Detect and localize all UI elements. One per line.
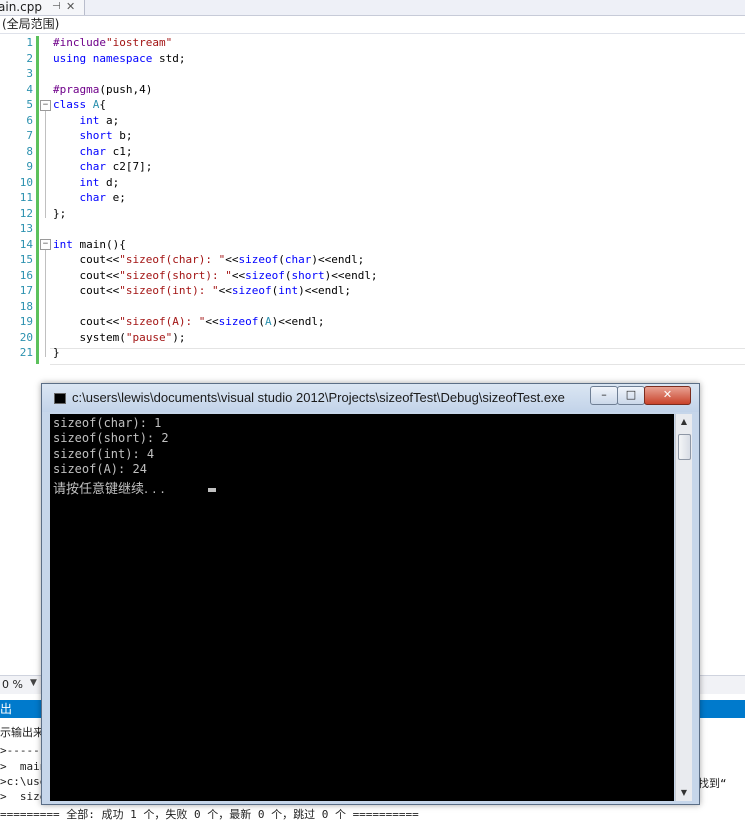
code-line: char e; bbox=[79, 191, 126, 204]
line-number: 7 bbox=[26, 129, 33, 142]
console-title-bar[interactable]: c:\users\lewis\documents\visual studio 2… bbox=[42, 384, 699, 412]
pin-icon[interactable]: ⊣ bbox=[52, 0, 61, 14]
maximize-button[interactable]: □ bbox=[617, 386, 645, 405]
console-title: c:\users\lewis\documents\visual studio 2… bbox=[72, 390, 565, 405]
console-line: sizeof(A): 24 bbox=[53, 462, 147, 476]
line-number: 10 bbox=[19, 175, 33, 189]
scroll-down-icon[interactable]: ▼ bbox=[676, 785, 692, 801]
line-number: 3 bbox=[26, 67, 33, 80]
output-line: >------ bbox=[0, 744, 47, 757]
line-number: 13 bbox=[19, 222, 33, 235]
scope-dropdown[interactable]: (全局范围) bbox=[0, 16, 745, 34]
line-number: 5 bbox=[26, 98, 33, 111]
console-line: sizeof(char): 1 bbox=[53, 416, 162, 430]
console-output[interactable]: sizeof(char): 1 sizeof(short): 2 sizeof(… bbox=[50, 414, 674, 801]
output-title: 出 bbox=[0, 702, 13, 716]
code-line: using namespace std; bbox=[53, 51, 186, 65]
line-number: 11 bbox=[19, 191, 33, 204]
line-number: 21 bbox=[19, 346, 33, 359]
scope-label: (全局范围) bbox=[2, 17, 60, 31]
code-line: short b; bbox=[79, 129, 133, 142]
collapse-class-icon[interactable]: − bbox=[40, 100, 51, 111]
console-scrollbar[interactable]: ▲ ▼ bbox=[675, 414, 692, 801]
tab-main-cpp[interactable]: ain.cpp ⊣ ✕ bbox=[0, 0, 85, 15]
console-line: sizeof(int): 4 bbox=[53, 447, 155, 461]
chevron-down-icon[interactable]: ▼ bbox=[30, 678, 37, 688]
fold-guide bbox=[45, 250, 46, 357]
line-number: 15 bbox=[19, 253, 33, 266]
code-line: class A{ bbox=[53, 98, 106, 111]
line-number: 20 bbox=[19, 330, 33, 344]
line-number: 12 bbox=[19, 206, 33, 220]
console-window[interactable]: c:\users\lewis\documents\visual studio 2… bbox=[41, 383, 700, 805]
output-line-right: 找到“ bbox=[698, 777, 727, 790]
code-line: } bbox=[53, 346, 60, 359]
scrollbar-thumb[interactable] bbox=[678, 434, 691, 460]
text-cursor bbox=[208, 488, 216, 492]
code-line: system("pause"); bbox=[53, 330, 186, 344]
minimize-button[interactable]: – bbox=[590, 386, 618, 405]
line-number: 4 bbox=[26, 82, 33, 96]
code-line: cout<<"sizeof(A): "<<sizeof(A)<<endl; bbox=[53, 315, 325, 328]
console-line: sizeof(short): 2 bbox=[53, 431, 169, 445]
code-line: #include"iostream" bbox=[53, 36, 173, 49]
code-line: cout<<"sizeof(short): "<<sizeof(short)<<… bbox=[53, 268, 378, 282]
code-line: int main(){ bbox=[53, 237, 126, 251]
line-number: 9 bbox=[26, 160, 33, 173]
console-prompt: 请按任意键继续. . . bbox=[53, 482, 165, 497]
line-number: 8 bbox=[26, 144, 33, 158]
line-number: 19 bbox=[19, 315, 33, 328]
code-line: char c1; bbox=[79, 144, 133, 158]
line-number: 1 bbox=[26, 36, 33, 49]
close-button[interactable]: ✕ bbox=[644, 386, 691, 405]
code-line: int d; bbox=[79, 175, 120, 189]
line-number: 2 bbox=[26, 51, 33, 65]
output-line: ========= 全部: 成功 1 个，失败 0 个，最新 0 个，跳过 0 … bbox=[0, 808, 419, 821]
code-line: cout<<"sizeof(int): "<<sizeof(int)<<endl… bbox=[53, 284, 352, 297]
line-number: 18 bbox=[19, 299, 33, 313]
zoom-level[interactable]: 0 % bbox=[2, 678, 23, 691]
change-tracking-bar bbox=[36, 36, 39, 364]
current-line-highlight bbox=[50, 348, 745, 365]
code-line: int a; bbox=[79, 113, 120, 127]
console-app-icon bbox=[54, 393, 66, 404]
scroll-up-icon[interactable]: ▲ bbox=[676, 414, 692, 430]
line-number: 16 bbox=[19, 268, 33, 282]
close-tab-icon[interactable]: ✕ bbox=[66, 0, 75, 14]
code-line: cout<<"sizeof(char): "<<sizeof(char)<<en… bbox=[53, 253, 365, 266]
editor-tab-bar: ain.cpp ⊣ ✕ bbox=[0, 0, 745, 16]
code-editor[interactable]: − − 1 #include"iostream" 2 using namespace … bbox=[0, 34, 745, 374]
tab-label: ain.cpp bbox=[0, 0, 42, 14]
collapse-main-icon[interactable]: − bbox=[40, 239, 51, 250]
code-line: #pragma(push,4) bbox=[53, 82, 153, 96]
code-line: char c2[7]; bbox=[79, 160, 153, 173]
line-number: 17 bbox=[19, 284, 33, 297]
code-line: }; bbox=[53, 206, 67, 220]
line-number: 14 bbox=[19, 237, 33, 251]
output-line: 示输出来 bbox=[0, 726, 44, 739]
fold-guide bbox=[45, 111, 46, 218]
line-number: 6 bbox=[26, 113, 33, 127]
